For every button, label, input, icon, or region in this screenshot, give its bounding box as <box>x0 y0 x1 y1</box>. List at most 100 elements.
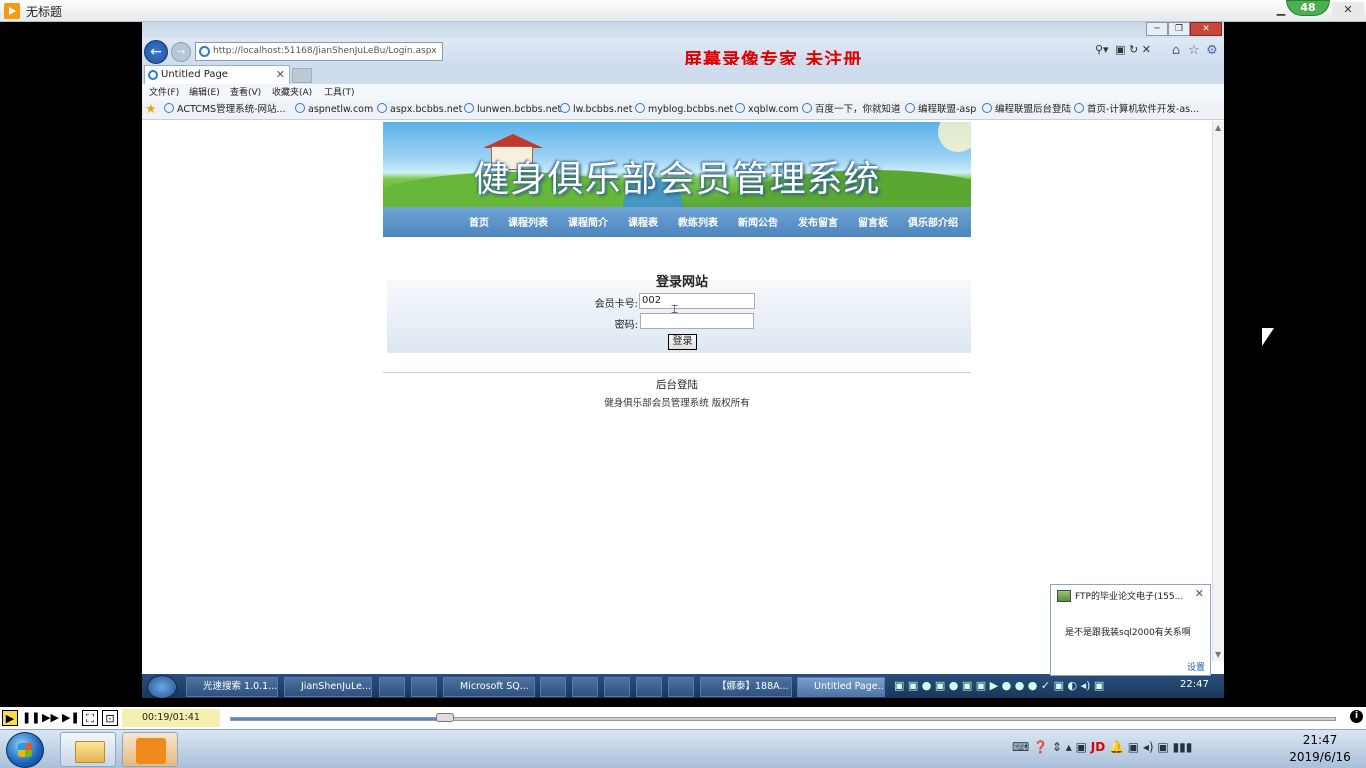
nav-course-intro[interactable]: 课程简介 <box>568 214 608 229</box>
step-forward-button[interactable]: ▶❚ <box>62 710 80 726</box>
taskbar-item[interactable]: JianShenJuLe... <box>284 677 372 697</box>
favorite-link[interactable]: ACTCMS管理系统-网站... <box>164 101 286 119</box>
page-icon <box>199 46 210 57</box>
notification-popup[interactable]: ✕ FTP的毕业论文电子(155... 是不是跟我装sql2000有关系啊 设置 <box>1050 584 1211 676</box>
nav-post-message[interactable]: 发布留言 <box>798 214 838 229</box>
menu-favorites[interactable]: 收藏夹(A) <box>272 84 312 102</box>
address-input[interactable]: http://localhost:51168/JianShenJuLeBu/Lo… <box>195 42 443 61</box>
taskbar-app-icon[interactable] <box>604 677 630 697</box>
site-icon <box>905 103 915 113</box>
scroll-up-icon[interactable]: ▲ <box>1215 123 1221 132</box>
stop-icon[interactable]: ✕ <box>1142 43 1151 56</box>
fast-forward-button[interactable]: ▶▶ <box>42 710 59 726</box>
taskbar-app-icon[interactable] <box>636 677 662 697</box>
web-page: 健身俱乐部会员管理系统 首页 课程列表 课程简介 课程表 教练列表 新闻公告 发… <box>142 121 1212 661</box>
nav-home[interactable]: 首页 <box>469 214 489 229</box>
card-number-label: 会员卡号: <box>594 299 638 310</box>
taskbar-item[interactable]: 光速搜索 1.0.1... <box>186 677 278 697</box>
favorite-link[interactable]: aspnetlw.com <box>295 101 373 119</box>
taskbar-item-active[interactable]: Untitled Page... <box>797 677 885 697</box>
playback-time: 00:19/01:41 <box>122 709 220 727</box>
login-title: 登录网站 <box>655 275 708 290</box>
ie-page-icon <box>164 103 174 113</box>
admin-login-link[interactable]: 后台登陆 <box>383 377 971 392</box>
taskbar-item[interactable]: Microsoft SQ... <box>443 677 535 697</box>
tab-untitled-page[interactable]: Untitled Page ✕ <box>144 65 290 85</box>
info-icon[interactable]: i <box>1350 710 1363 723</box>
banner-decoration <box>938 122 971 152</box>
system-tray[interactable]: ⌨ ❓ ⇕ ▴ ▣ JD 🔔 ▣ ◂) ▣ ▮▮▮ <box>1012 740 1192 758</box>
favorites-star-icon[interactable]: ☆ <box>1186 43 1202 59</box>
screen-recorder-icon[interactable] <box>122 732 178 767</box>
notification-settings-link[interactable]: 设置 <box>1187 660 1205 673</box>
nav-news[interactable]: 新闻公告 <box>738 214 778 229</box>
forward-button[interactable]: → <box>171 42 191 62</box>
favorite-link[interactable]: myblog.bcbbs.net <box>635 101 733 119</box>
taskbar-app-icon[interactable] <box>572 677 598 697</box>
tab-title: Untitled Page <box>161 69 228 80</box>
fullscreen-button[interactable]: ⛶ <box>82 710 98 726</box>
scroll-down-icon[interactable]: ▼ <box>1215 650 1221 659</box>
favorite-link[interactable]: lw.bcbbs.net <box>560 101 632 119</box>
favorite-link[interactable]: lunwen.bcbbs.net <box>464 101 561 119</box>
back-button[interactable]: ← <box>144 40 168 64</box>
taskbar-app-icon[interactable] <box>379 677 405 697</box>
close-icon[interactable]: ✕ <box>1195 587 1204 600</box>
menu-view[interactable]: 查看(V) <box>230 84 261 102</box>
ie-page-icon <box>377 103 387 113</box>
login-button[interactable]: 登录 <box>668 334 697 350</box>
nav-message-board[interactable]: 留言板 <box>858 214 888 229</box>
taskbar-app-icon[interactable] <box>668 677 694 697</box>
tray-icons[interactable]: ▣ ▣ ● ▣ ● ▣ ▣ ▶ ● ● ● ✓ ▣ ◐ ◂) ▣ <box>894 679 1104 695</box>
favorite-link[interactable]: 首页-计算机软件开发-as... <box>1074 101 1199 119</box>
tab-row: Untitled Page ✕ <box>142 65 1224 85</box>
url-text: http://localhost:51168/JianShenJuLeBu/Lo… <box>213 46 437 56</box>
browser-close-button[interactable]: ✕ <box>1190 22 1222 36</box>
tab-close-icon[interactable]: ✕ <box>276 66 285 84</box>
seek-thumb[interactable] <box>436 713 454 722</box>
favorites-star-icon[interactable]: ★ <box>145 103 157 117</box>
new-tab-button[interactable] <box>292 68 312 83</box>
home-icon[interactable]: ⌂ <box>1168 43 1184 59</box>
ie-page-icon <box>635 103 645 113</box>
player-app-icon <box>4 3 20 19</box>
password-input[interactable] <box>640 313 754 329</box>
menu-file[interactable]: 文件(F) <box>149 84 179 102</box>
nav-club-intro[interactable]: 俱乐部介绍 <box>908 214 958 229</box>
page-scrollbar[interactable]: ▲ ▼ <box>1212 121 1224 661</box>
card-number-input[interactable]: 002 <box>639 293 755 309</box>
site-nav: 首页 课程列表 课程简介 课程表 教练列表 新闻公告 发布留言 留言板 俱乐部介… <box>383 207 971 237</box>
browser-restore-button[interactable]: ❐ <box>1168 22 1190 36</box>
site-banner: 健身俱乐部会员管理系统 <box>383 122 971 214</box>
browser-minimize-button[interactable]: ─ <box>1146 22 1168 36</box>
favorite-link[interactable]: 编程联盟-asp <box>905 101 976 119</box>
taskbar-item[interactable]: 【娜泰】188A... <box>700 677 792 697</box>
player-controls: ▶ ❚❚ ▶▶ ▶❚ ⛶ ⊡ 00:19/01:41 i <box>0 707 1366 729</box>
search-icon[interactable]: ⚲▾ <box>1095 43 1109 56</box>
explorer-folder-icon[interactable] <box>60 732 116 767</box>
close-button[interactable]: ✕ <box>1332 2 1364 19</box>
fit-window-button[interactable]: ⊡ <box>102 710 118 726</box>
favorite-link[interactable]: 编程联盟后台登陆 <box>982 101 1071 119</box>
favorite-link[interactable]: aspx.bcbbs.net <box>377 101 462 119</box>
windows-start-button[interactable] <box>6 732 44 768</box>
compat-icon[interactable]: ▣ <box>1115 43 1125 56</box>
refresh-icon[interactable]: ↻ <box>1129 43 1138 56</box>
start-button[interactable] <box>147 675 177 698</box>
seek-bar[interactable] <box>230 717 1336 721</box>
nav-coach-list[interactable]: 教练列表 <box>678 214 718 229</box>
windows-taskbar: ⌨ ❓ ⇕ ▴ ▣ JD 🔔 ▣ ◂) ▣ ▮▮▮ 21:47 2019/6/1… <box>0 729 1366 768</box>
play-button[interactable]: ▶ <box>2 710 18 726</box>
favorite-link[interactable]: 百度一下，你就知道 <box>802 101 901 119</box>
nav-schedule[interactable]: 课程表 <box>628 214 658 229</box>
nav-course-list[interactable]: 课程列表 <box>508 214 548 229</box>
gear-icon[interactable]: ⚙ <box>1204 43 1220 59</box>
menu-tools[interactable]: 工具(T) <box>324 84 355 102</box>
menu-edit[interactable]: 编辑(E) <box>189 84 220 102</box>
ie-icon <box>148 70 158 80</box>
pause-button[interactable]: ❚❚ <box>22 710 40 726</box>
system-date: 2019/6/16 <box>1289 750 1351 764</box>
favorite-link[interactable]: xqblw.com <box>735 101 799 119</box>
taskbar-app-icon[interactable] <box>540 677 566 697</box>
taskbar-app-icon[interactable] <box>411 677 437 697</box>
